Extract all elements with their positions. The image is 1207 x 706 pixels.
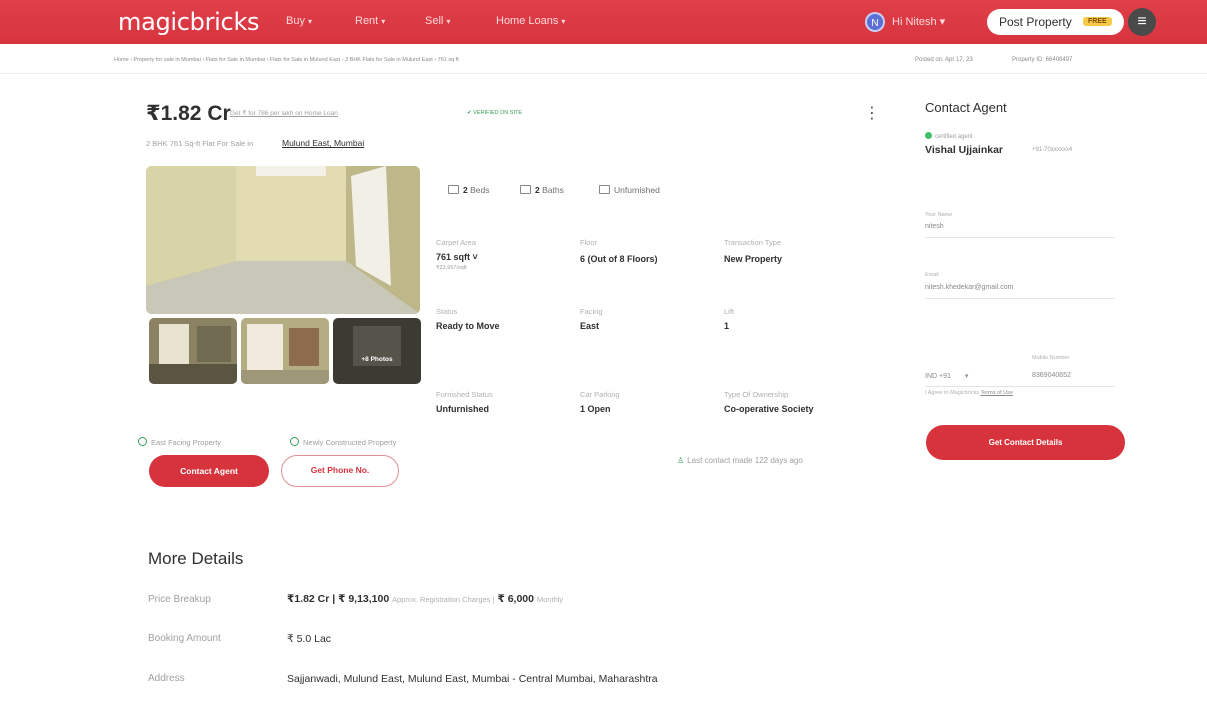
post-property-label: Post Property	[999, 15, 1072, 29]
parking-label: Car Parking	[580, 390, 620, 399]
country-code-select[interactable]: IND +91 ▾	[925, 372, 968, 380]
email-field-label: Email	[925, 272, 939, 278]
chevron-down-icon: ▾	[446, 17, 451, 26]
free-badge: FREE	[1083, 17, 1112, 26]
top-navbar: magicbricks Buy ▾ Rent ▾ Sell ▾ Home Loans ▾…	[0, 0, 1207, 44]
facing-label: Facing	[580, 307, 603, 316]
photos-count: +8 Photos	[361, 356, 393, 363]
floor-value: 6 (Out of 8 Floors)	[580, 254, 658, 264]
bed-icon	[448, 185, 459, 194]
breadcrumb[interactable]: Home › Property for sale in Mumbai › Fla…	[114, 57, 459, 63]
chevron-down-icon: ▾	[964, 373, 969, 380]
nav-sell[interactable]: Sell ▾	[425, 15, 450, 27]
contact-agent-button[interactable]: Contact Agent	[149, 455, 269, 487]
more-photos-thumb[interactable]: +8 Photos	[333, 318, 421, 384]
transaction-label: Transaction Type	[724, 238, 782, 247]
bath-icon	[520, 185, 531, 194]
check-circle-icon	[290, 437, 299, 446]
status-dot-icon	[925, 132, 932, 139]
beds-feature: 2 Beds	[448, 185, 489, 195]
nav-rent[interactable]: Rent ▾	[355, 15, 385, 27]
furnished-value: Unfurnished	[436, 404, 489, 414]
property-id: Property ID: 66408497	[1012, 57, 1073, 63]
chevron-down-icon: ▾	[561, 17, 566, 26]
name-field[interactable]: nitesh	[925, 223, 944, 230]
email-field[interactable]: nitesh.khedekar@gmail.com	[925, 284, 1013, 291]
address-label: Address	[148, 673, 185, 684]
magicbricks-logo[interactable]: magicbricks	[118, 8, 260, 36]
carpet-area-label: Carpet Area	[436, 238, 477, 247]
ownership-label: Type Of Ownership	[724, 390, 789, 399]
booking-amount-label: Booking Amount	[148, 633, 221, 644]
mobile-field[interactable]: 8369040652	[1032, 372, 1071, 379]
person-icon: ♙	[677, 456, 685, 465]
ownership-value: Co-operative Society	[724, 404, 814, 414]
thumb-image	[241, 318, 329, 384]
chevron-down-icon[interactable]: ˅	[473, 252, 478, 262]
carpet-area-value: 761 sqft ˅	[436, 252, 478, 262]
user-menu[interactable]: Hi Nitesh ▾	[892, 15, 945, 28]
name-field-label: Your Name	[925, 212, 953, 218]
furniture-icon	[599, 185, 610, 194]
terms-text: I Agree to Magicbricks Terms of Use	[925, 390, 1013, 396]
thumb-image	[149, 318, 237, 384]
user-avatar[interactable]: N	[865, 12, 885, 32]
facing-value: East	[580, 321, 600, 331]
name-field-underline	[925, 237, 1115, 238]
address-value: Sajjanwadi, Mulund East, Mulund East, Mu…	[287, 673, 658, 685]
chevron-down-icon: ▾	[307, 17, 312, 26]
status-label: Status	[436, 307, 458, 316]
parking-value: 1 Open	[580, 404, 611, 414]
price-breakup-label: Price Breakup	[148, 594, 211, 605]
kebab-icon[interactable]: ⋮	[864, 103, 880, 123]
room-photo	[146, 166, 420, 314]
contact-agent-title: Contact Agent	[925, 100, 1007, 115]
email-field-underline	[925, 298, 1115, 299]
more-details-title: More Details	[148, 549, 244, 568]
chevron-down-icon: ▾	[381, 17, 386, 26]
mobile-field-underline	[925, 386, 1115, 387]
agent-phone: +91-70xxxxxx4	[1032, 147, 1073, 153]
floor-label: Floor	[580, 238, 598, 247]
price-breakup-value: ₹1.82 Cr | ₹ 9,13,100 Approx. Registrati…	[287, 593, 564, 605]
get-contact-details-button[interactable]: Get Contact Details	[926, 425, 1125, 460]
get-phone-button[interactable]: Get Phone No.	[281, 455, 399, 487]
booking-amount-value: ₹ 5.0 Lac	[287, 633, 332, 645]
last-contact: ♙ Last contact made 122 days ago	[677, 456, 803, 465]
breadcrumb-bar: Home › Property for sale in Mumbai › Fla…	[0, 44, 1207, 74]
main-photo[interactable]	[146, 166, 420, 314]
status-value: Ready to Move	[436, 321, 500, 331]
hamburger-icon[interactable]: ≡	[1128, 8, 1156, 36]
nav-home-loans[interactable]: Home Loans ▾	[496, 15, 565, 27]
furnished-label: Furnished Status	[436, 390, 493, 399]
furnishing-feature: Unfurnished	[599, 185, 660, 195]
emi-link[interactable]: Get ₹ for 786 per lakh on Home Loan	[230, 109, 338, 117]
check-circle-icon	[138, 437, 147, 446]
post-property-button[interactable]: Post Property FREE	[987, 9, 1124, 35]
certified-badge: certified agent	[925, 132, 973, 140]
transaction-value: New Property	[724, 254, 783, 264]
nav-buy[interactable]: Buy ▾	[286, 15, 312, 27]
tag-newly-constructed: Newly Constructed Property	[290, 437, 396, 447]
mobile-field-label: Mobile Number	[1032, 355, 1070, 361]
listing-price: ₹1.82 Cr	[146, 102, 231, 125]
lift-value: 1	[724, 321, 730, 331]
listing-subtitle: 2 BHK 761 Sq-ft Flat For Sale in	[146, 139, 254, 148]
posted-on: Posted on: Apr 17, 23	[915, 57, 973, 63]
verified-badge: ✔ VERIFIED ON SITE	[467, 110, 523, 116]
lift-label: Lift	[724, 307, 735, 316]
locality-link[interactable]: Mulund East, Mumbai	[282, 138, 364, 148]
photo-thumb[interactable]	[241, 318, 329, 384]
thumb-image	[333, 318, 421, 384]
tag-east-facing: East Facing Property	[138, 437, 221, 447]
agent-name: Vishal Ujjainkar	[925, 144, 1004, 156]
baths-feature: 2 Baths	[520, 185, 564, 195]
terms-link[interactable]: Terms of Use	[981, 390, 1013, 396]
photo-thumb[interactable]	[149, 318, 237, 384]
price-per-sqft: ₹23,997/sqft	[436, 265, 467, 271]
